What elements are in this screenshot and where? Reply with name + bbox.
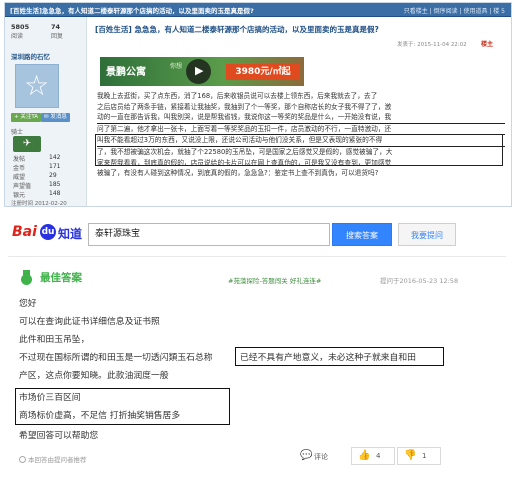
post-timestamp: 发表于: 2015-11-04 22:02 — [397, 42, 467, 48]
search-input[interactable]: 泰轩源珠宝 — [88, 223, 330, 246]
send-message-button[interactable]: ✉ 发消息 — [41, 113, 70, 122]
post-body: 我晚上去逛街，买了点东西，消了168，后来收银员说可以去楼上领东西，后来我就去了… — [97, 91, 505, 179]
stat-gold: 金币 171 — [13, 163, 61, 172]
like-button[interactable]: 👍 4 — [351, 447, 395, 465]
post-line: 家来帮我看看，到底真的假的，店员说给的卡片可以在网上查真伪的，可是我又没有查到，… — [97, 158, 392, 167]
logo-bai: Bai — [12, 224, 37, 240]
replies-label: 回复 — [51, 33, 64, 40]
registration-time: 注册时间 2012-02-20 — [11, 201, 67, 207]
answer-tags[interactable]: #苑藻探险-答题闯关 好礼连连# — [228, 275, 321, 285]
forum-top-links[interactable]: 只看楼主 | 倒序阅读 | 使用道具 | 楼 5 — [404, 6, 505, 15]
user-level: 骑士 — [11, 129, 24, 136]
highlight-box — [15, 388, 230, 425]
post-line-underlined: 动的一直在那告诉我，叫我别哭，说是帮我省钱，我说你这一等奖的奖品是什么，一开始没… — [97, 112, 505, 124]
post-line: 之后店员给了两条手链，紧接着让我抽奖，我抽到了个一等奖，那个自称店长的女子我不得… — [97, 102, 392, 111]
best-answer-icon — [20, 270, 33, 285]
dislike-button[interactable]: 👎 1 — [397, 447, 441, 465]
divider — [8, 256, 506, 257]
post-line: 我晚上去逛街，买了点东西，消了168，后来收银员说可以去楼上领东西，后来我就去了… — [97, 92, 378, 100]
highlight-box — [235, 347, 444, 366]
paw-icon: du — [40, 224, 56, 240]
comment-icon: 💬 — [300, 450, 313, 461]
dislike-count: 1 — [422, 452, 427, 460]
forum-title-bar: [百姓生活]急急急，有人知道二楼泰轩源那个店搞的活动，以及里面卖的玉是真是假? … — [5, 3, 511, 17]
avatar-star-icon: ☆ — [24, 69, 50, 102]
answer-line: 您好 — [19, 299, 37, 309]
ad-brand: 景鹏公寓 — [106, 67, 146, 78]
post-line-underlined: 问了第二遍，他才拿出一张卡，上面写着一等奖奖品的玉扣一件，店员激动的不行，一直特… — [97, 124, 505, 136]
video-ad-banner[interactable]: 景鹏公寓 你想 ▶ 3980元/㎡起 — [100, 57, 304, 86]
play-icon[interactable]: ▶ — [186, 59, 211, 84]
answer-time: 提问于2016-05-23 12:58 — [380, 277, 459, 285]
replies-count: 74 — [51, 23, 61, 31]
post-line: 了，我不想被骗这次机会，就抽了个22580的玉吊坠，可是国家之后感觉又是假的，感… — [97, 147, 393, 156]
ad-subtext: 你想 — [170, 63, 183, 70]
answer-line: 可以在查询此证书详细信息及证书照 — [19, 317, 160, 327]
answer-line: 此件和田玉吊坠， — [19, 335, 90, 345]
avatar[interactable]: ☆ — [15, 64, 59, 108]
search-button[interactable]: 搜索答案 — [332, 223, 392, 246]
post-title: [百姓生活] 急急急，有人知道二楼泰轩源那个店搞的活动，以及里面卖的玉是真是假? — [95, 25, 379, 34]
follow-button[interactable]: + 关注TA — [11, 113, 42, 122]
forum-thread-title[interactable]: [百姓生活]急急急，有人知道二楼泰轩源那个店搞的活动，以及里面卖的玉是真是假? — [10, 5, 254, 15]
recommended-note: 本回答由提问者推荐 — [19, 454, 87, 464]
op-badge: 楼主 — [481, 41, 494, 48]
ask-question-button[interactable]: 我要提问 — [398, 223, 456, 246]
thumbs-down-icon: 👎 — [404, 450, 417, 461]
username[interactable]: 深圳路的石忆 — [11, 51, 50, 61]
stat-prestige: 威望 29 — [13, 172, 57, 181]
thumbs-up-icon: 👍 — [358, 450, 371, 461]
stat-reputation: 声望值 185 — [13, 181, 61, 190]
stat-silver: 银元 148 — [13, 190, 61, 199]
post-line: 被骗了，有没有人碰到这种情况，到底真的假的，急急急?：鉴定书上查不到真伪，可以退… — [97, 169, 379, 178]
views-count: 5805 — [11, 23, 30, 31]
answer-line: 不过现在国标所谓的和田玉是一切透闪類玉石总称 — [19, 353, 213, 363]
answer-line: 希望回答可以帮助您 — [19, 431, 99, 441]
medal-badge-icon: ✈ — [13, 136, 41, 152]
forum-post: [百姓生活]急急急，有人知道二楼泰轩源那个店搞的活动，以及里面卖的玉是真是假? … — [4, 2, 512, 207]
info-icon — [19, 456, 26, 463]
user-view-reply-stats: 5805 74 阅读 回复 — [11, 23, 81, 41]
post-line-underlined: 叫我不能看超过3万的东西，又说没上限，还说公司活动与他们没关系，但是又表现的紧张… — [97, 135, 505, 147]
answer-line: 产区，这点你要知晓。此款油润度一般 — [19, 371, 169, 381]
ad-price: 3980元/㎡起 — [226, 64, 300, 80]
views-label: 阅读 — [11, 33, 24, 40]
stat-posts: 发帖 142 — [13, 154, 61, 163]
like-count: 4 — [376, 452, 381, 460]
baidu-zhidao-logo[interactable]: Bai du 知道 — [12, 222, 84, 244]
logo-zhidao: 知道 — [58, 227, 83, 241]
comment-label: 评论 — [314, 453, 328, 461]
best-answer-title: 最佳答案 — [40, 272, 82, 284]
user-info-column: 5805 74 阅读 回复 深圳路的石忆 ☆ + 关注TA ✉ 发消息 骑士 ✈… — [5, 17, 87, 207]
